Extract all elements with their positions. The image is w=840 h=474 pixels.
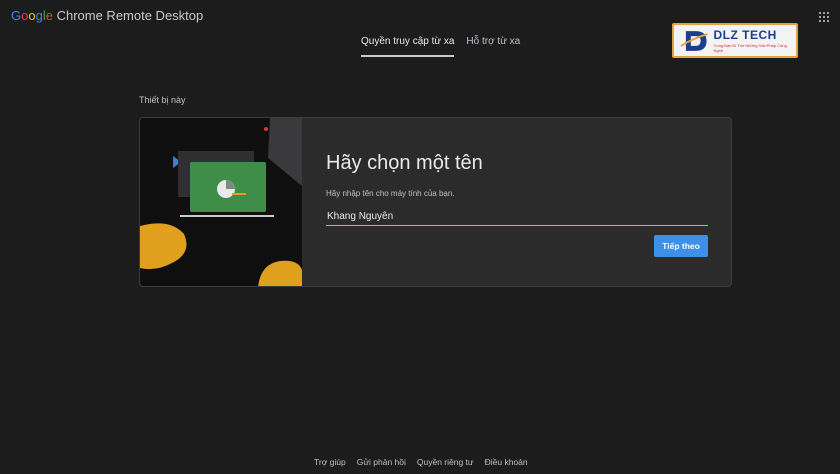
computer-illustration-icon <box>140 118 302 286</box>
footer-link-feedback[interactable]: Gửi phản hồi <box>357 457 406 467</box>
card-hint: Hãy nhập tên cho máy tính của bạn. <box>326 189 455 198</box>
name-device-card: Hãy chọn một tên Hãy nhập tên cho máy tí… <box>139 117 732 287</box>
device-illustration <box>140 118 302 286</box>
footer-links: Trợ giúp Gửi phản hồi Quyền riêng tư Điề… <box>314 457 528 467</box>
brand-product: Chrome Remote Desktop <box>56 8 204 23</box>
brand-letter: o <box>28 8 36 23</box>
footer-link-help[interactable]: Trợ giúp <box>314 457 346 467</box>
computer-name-input[interactable] <box>326 208 708 226</box>
brand-letter: G <box>11 8 22 23</box>
dlz-logo-icon <box>680 30 708 51</box>
watermark-title: DLZ TECH <box>713 28 777 42</box>
dlz-tech-watermark: DLZ TECH Cùng Bạn Đi Tìm Những Giải Pháp… <box>672 23 798 58</box>
card-title: Hãy chọn một tên <box>326 152 483 174</box>
footer-link-privacy[interactable]: Quyền riêng tư <box>417 457 474 467</box>
card-content: Hãy chọn một tên Hãy nhập tên cho máy tí… <box>302 118 731 286</box>
section-label-this-device: Thiết bị này <box>139 95 186 105</box>
tab-remote-support[interactable]: Hỗ trợ từ xa <box>466 36 520 57</box>
footer-link-terms[interactable]: Điều khoản <box>485 457 528 467</box>
next-button[interactable]: Tiếp theo <box>654 235 708 257</box>
app-brand[interactable]: Google Chrome Remote Desktop <box>11 8 203 23</box>
main-tabs: Quyền truy cập từ xa Hỗ trợ từ xa <box>361 36 520 57</box>
brand-letter: g <box>35 8 43 23</box>
tab-remote-access[interactable]: Quyền truy cập từ xa <box>361 36 455 57</box>
grid-apps-icon[interactable] <box>819 12 829 22</box>
brand-letter: e <box>45 8 53 23</box>
watermark-subtitle: Cùng Bạn Đi Tìm Những Giải Pháp Công Ngh… <box>713 43 787 53</box>
